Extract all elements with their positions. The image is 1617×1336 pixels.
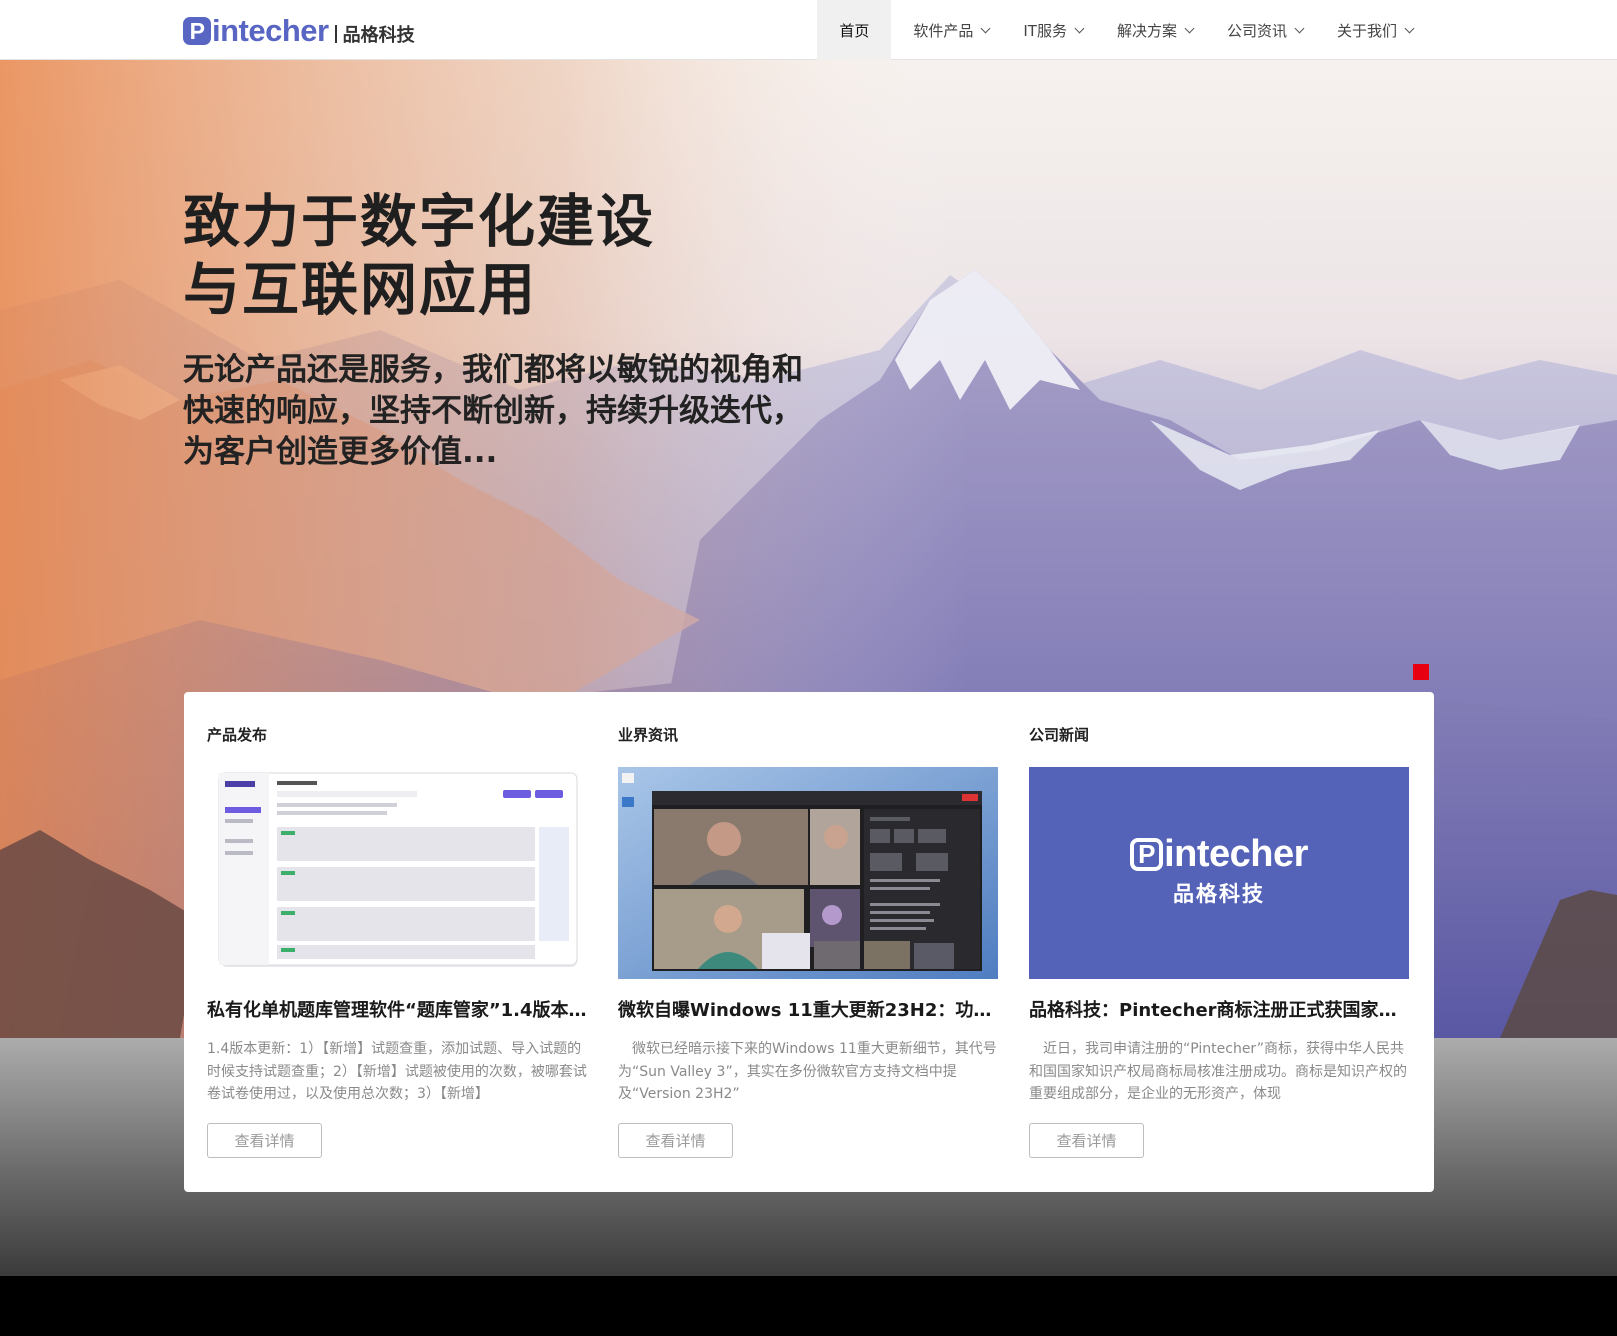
- nav-item-label: 解决方案: [1116, 21, 1177, 40]
- news-title[interactable]: 品格科技：Pintecher商标注册正式获国家知识产权局核准: [1029, 996, 1409, 1022]
- news-thumbnail[interactable]: [207, 767, 587, 979]
- nav-item-solutions[interactable]: 解决方案: [1116, 0, 1195, 60]
- column-heading: 业界资讯: [618, 726, 679, 744]
- nav-item-label: 首页: [839, 21, 870, 40]
- logo-cn-text: 品格科技: [342, 25, 415, 46]
- nav-item-label: 关于我们: [1336, 21, 1397, 40]
- nav-item-about[interactable]: 关于我们: [1336, 0, 1415, 60]
- chevron-down-icon: [1404, 23, 1415, 33]
- view-details-button[interactable]: 查看详情: [207, 1123, 322, 1158]
- column-heading: 公司新闻: [1029, 726, 1090, 744]
- brand-card-wordmark-text: intecher: [1164, 832, 1308, 875]
- slider-indicator[interactable]: [1413, 664, 1429, 680]
- nav-item-software[interactable]: 软件产品: [913, 0, 991, 60]
- main-nav: 首页 软件产品 IT服务 解决方案 公司资讯 关于我们: [817, 0, 1617, 60]
- hero-title-line-1: 致力于数字化建设: [183, 189, 655, 255]
- nav-item-label: IT服务: [1023, 21, 1067, 40]
- news-thumbnail[interactable]: [618, 767, 998, 979]
- nav-item-label: 软件产品: [913, 21, 974, 40]
- logo-wordmark: P intecher: [183, 13, 329, 49]
- news-thumbnail[interactable]: P intecher 品格科技: [1029, 767, 1409, 979]
- news-excerpt: 近日，我司申请注册的“Pintecher”商标，获得中华人民共和国国家知识产权局…: [1029, 1041, 1407, 1102]
- hero-title: 致力于数字化建设 与互联网应用: [183, 188, 655, 324]
- hero-title-line-2: 与互联网应用: [183, 257, 537, 323]
- chevron-down-icon: [1294, 23, 1305, 33]
- news-title[interactable]: 微软自曝Windows 11重大更新23H2：功能更新细节: [618, 996, 998, 1022]
- nav-item-it-service[interactable]: IT服务: [1023, 0, 1085, 60]
- column-heading: 产品发布: [207, 726, 268, 744]
- hero-subtitle: 无论产品还是服务，我们都将以敏锐的视角和快速的响应，坚持不断创新，持续升级迭代，…: [183, 352, 803, 470]
- news-panel: 产品发布 私有化单机题库管理软件“题库管家”1.4版本更新 1.4版本更新：1）…: [184, 692, 1434, 1192]
- brand-card-p-icon: P: [1130, 837, 1164, 871]
- site-header: P intecher 品格科技 首页 软件产品 IT服务 解决方案 公司资讯 关…: [0, 0, 1617, 60]
- view-details-button[interactable]: 查看详情: [618, 1123, 733, 1158]
- brand-card-cn: 品格科技: [1173, 881, 1265, 906]
- view-details-button[interactable]: 查看详情: [1029, 1123, 1144, 1158]
- chevron-down-icon: [1184, 23, 1195, 33]
- site-logo[interactable]: P intecher 品格科技: [183, 13, 415, 49]
- chevron-down-icon: [1074, 23, 1085, 33]
- video-call-screenshot-image: [618, 767, 998, 979]
- logo-p-icon: P: [183, 17, 211, 45]
- news-excerpt: 1.4版本更新：1）【新增】试题查重，添加试题、导入试题的时候支持试题查重；2）…: [207, 1041, 587, 1102]
- app-screenshot-image: [207, 767, 587, 979]
- chevron-down-icon: [980, 23, 991, 33]
- news-excerpt: 微软已经暗示接下来的Windows 11重大更新细节，其代号为“Sun Vall…: [618, 1041, 997, 1102]
- logo-divider: [334, 25, 337, 43]
- logo-wordmark-text: intecher: [212, 13, 329, 48]
- brand-card-wordmark: P intecher: [1130, 833, 1308, 876]
- nav-item-company-news[interactable]: 公司资讯: [1226, 0, 1305, 60]
- brand-card-image: P intecher 品格科技: [1029, 767, 1409, 979]
- nav-item-home[interactable]: 首页: [817, 0, 892, 60]
- news-title[interactable]: 私有化单机题库管理软件“题库管家”1.4版本更新: [207, 996, 587, 1022]
- nav-item-label: 公司资讯: [1226, 21, 1287, 40]
